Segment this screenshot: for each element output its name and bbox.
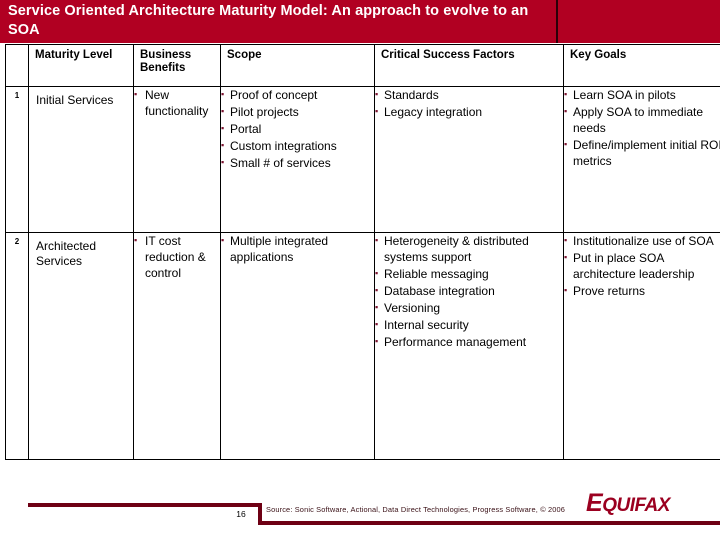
bullet-list: New functionality [134,86,220,119]
bullet-list: Learn SOA in pilots Apply SOA to immedia… [564,86,720,169]
list-item: Versioning [375,299,563,316]
list-item: Institutionalize use of SOA [564,232,720,249]
list-item: New functionality [134,86,220,119]
column-header-key-goals: Key Goals [563,44,720,87]
list-item: Proof of concept [221,86,374,103]
list-item: Put in place SOA architecture leadership [564,249,720,282]
list-item: Learn SOA in pilots [564,86,720,103]
page-number: 16 [236,509,246,519]
list-item: IT cost reduction & control [134,232,220,281]
maturity-level-cell: Initial Services [28,86,134,233]
key-goals-cell: Learn SOA in pilots Apply SOA to immedia… [563,86,720,233]
list-item: Performance management [375,333,563,350]
equifax-logo: EQUIFAX [586,489,670,518]
row-number-cell: 1 [5,86,29,233]
column-header-maturity-level: Maturity Level [28,44,134,87]
business-benefits-cell: New functionality [133,86,221,233]
title-banner-right-panel [558,0,720,43]
critical-success-factors-cell: Heterogeneity & distributed systems supp… [374,232,564,460]
list-item: Database integration [375,282,563,299]
column-header-scope: Scope [220,44,375,87]
page-title: Service Oriented Architecture Maturity M… [8,3,529,38]
table-body: 1 Initial Services New functionality Pro… [5,86,720,460]
scope-cell: Proof of concept Pilot projects Portal C… [220,86,375,233]
list-item: Apply SOA to immediate needs [564,103,720,136]
key-goals-cell: Institutionalize use of SOA Put in place… [563,232,720,460]
scope-cell: Multiple integrated applications [220,232,375,460]
column-header-number [5,44,29,87]
footer-rule-upper-segment [28,503,260,507]
maturity-level-cell: Architected Services [28,232,134,460]
list-item: Reliable messaging [375,265,563,282]
table-row: 2 Architected Services IT cost reduction… [5,232,720,460]
list-item: Multiple integrated applications [221,232,374,265]
list-item: Standards [375,86,563,103]
list-item: Define/implement initial ROI metrics [564,136,720,169]
slide-title-banner: Service Oriented Architecture Maturity M… [0,0,720,43]
list-item: Custom integrations [221,137,374,154]
equifax-logo-initial: E [586,489,603,517]
equifax-logo-rest: QUIFAX [602,495,670,516]
bullet-list: Heterogeneity & distributed systems supp… [375,232,563,350]
footer-rule-lower-segment [258,521,720,525]
row-number-cell: 2 [5,232,29,460]
business-benefits-cell: IT cost reduction & control [133,232,221,460]
column-header-business-benefits: Business Benefits [133,44,221,87]
list-item: Heterogeneity & distributed systems supp… [375,232,563,265]
bullet-list: IT cost reduction & control [134,232,220,281]
column-header-critical-success-factors: Critical Success Factors [374,44,564,87]
bullet-list: Proof of concept Pilot projects Portal C… [221,86,374,171]
bullet-list: Multiple integrated applications [221,232,374,265]
list-item: Small # of services [221,154,374,171]
source-citation: Source: Sonic Software, Actional, Data D… [266,505,566,514]
table-header: Maturity Level Business Benefits Scope C… [5,44,720,87]
table-row: 1 Initial Services New functionality Pro… [5,86,720,233]
maturity-model-table: Maturity Level Business Benefits Scope C… [5,44,720,460]
list-item: Pilot projects [221,103,374,120]
list-item: Legacy integration [375,103,563,120]
table-header-row: Maturity Level Business Benefits Scope C… [5,44,720,87]
list-item: Portal [221,120,374,137]
bullet-list: Standards Legacy integration [375,86,563,120]
critical-success-factors-cell: Standards Legacy integration [374,86,564,233]
list-item: Prove returns [564,282,720,299]
bullet-list: Institutionalize use of SOA Put in place… [564,232,720,299]
list-item: Internal security [375,316,563,333]
